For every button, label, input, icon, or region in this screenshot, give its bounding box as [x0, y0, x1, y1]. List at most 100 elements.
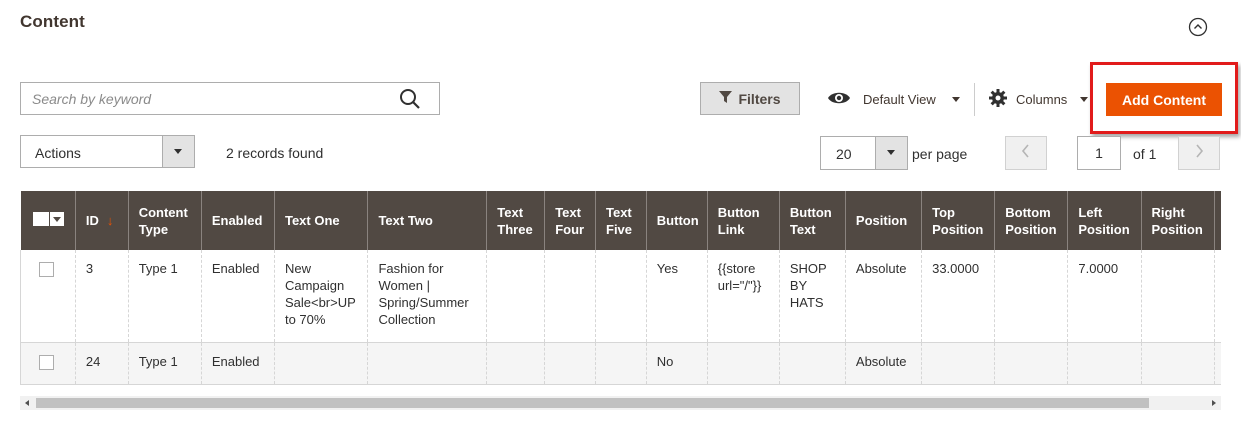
column-header[interactable]: Button Text: [778, 191, 846, 250]
table-row[interactable]: 24 Type 1 Enabled No Absolute S: [20, 342, 1221, 385]
per-page-select[interactable]: 20: [820, 136, 908, 170]
next-page-button[interactable]: [1178, 136, 1220, 170]
table-cell: Absolute: [844, 342, 922, 385]
column-header[interactable]: Right Position: [1140, 191, 1215, 250]
chevron-up-circle-icon[interactable]: [1188, 17, 1208, 37]
columns-label: Columns: [1016, 91, 1068, 107]
page-number-field: [1077, 136, 1121, 170]
table-cell: [544, 342, 596, 385]
table-cell: 7.0000: [1067, 250, 1142, 343]
table-cell: Type 1: [127, 342, 202, 385]
chevron-down-icon: [1080, 96, 1089, 102]
table-cell: [486, 342, 545, 385]
table-cell: [595, 250, 647, 343]
previous-page-button[interactable]: [1005, 136, 1047, 170]
table-cell: No: [645, 342, 708, 385]
table-cell: Yes: [645, 250, 708, 343]
column-header[interactable]: Text Three: [486, 191, 545, 250]
data-grid: ID ↓ Content Type Enabled Text One Text T…: [20, 191, 1221, 385]
horizontal-scrollbar[interactable]: [20, 396, 1221, 410]
toolbar-divider: [974, 83, 975, 116]
table-cell: [778, 342, 846, 385]
table-cell: Fashion for Women | Spring/Summer Collec…: [367, 250, 487, 343]
action-link[interactable]: S: [1213, 342, 1221, 385]
column-header[interactable]: Text One: [273, 191, 368, 250]
chevron-down-icon: [951, 96, 960, 102]
eye-icon: [827, 90, 851, 109]
column-header[interactable]: Enabled: [200, 191, 275, 250]
per-page-label: per page: [912, 146, 968, 162]
records-count: 2 records found: [226, 145, 324, 161]
column-header[interactable]: Left Position: [1067, 191, 1142, 250]
columns-control[interactable]: Columns: [989, 86, 1089, 112]
table-cell: 24: [74, 342, 129, 385]
scroll-right-icon[interactable]: [1212, 400, 1216, 406]
column-header[interactable]: Text Five: [595, 191, 647, 250]
table-cell: [367, 342, 487, 385]
table-cell: [921, 342, 995, 385]
filters-button[interactable]: Filters: [700, 82, 800, 115]
row-select-cell: [20, 342, 76, 385]
per-page-value: 20: [836, 146, 852, 162]
chevron-down-icon: [162, 136, 194, 167]
search-input[interactable]: [21, 83, 391, 114]
table-cell: 3: [74, 250, 129, 343]
view-switcher[interactable]: Default View: [827, 86, 960, 112]
mass-select-header[interactable]: [20, 191, 76, 250]
view-label: Default View: [863, 91, 936, 107]
mass-select-checkbox[interactable]: [32, 211, 64, 226]
add-content-button[interactable]: Add Content: [1106, 83, 1222, 116]
table-row[interactable]: 3 Type 1 Enabled New Campaign Sale<br>UP…: [20, 250, 1221, 343]
table-cell: SHOP BY HATS: [778, 250, 846, 343]
table-cell: [994, 342, 1068, 385]
data-table: ID ↓ Content Type Enabled Text One Text T…: [20, 191, 1221, 385]
funnel-icon: [719, 90, 733, 107]
scroll-left-icon[interactable]: [25, 400, 29, 406]
chevron-down-icon: [49, 211, 64, 226]
column-header[interactable]: Ac: [1213, 191, 1221, 250]
row-select-cell: [20, 250, 76, 343]
chevron-left-icon: [1021, 143, 1031, 163]
table-cell: Enabled: [200, 342, 275, 385]
scrollbar-thumb[interactable]: [36, 398, 1149, 408]
table-cell: Absolute: [844, 250, 922, 343]
table-cell: [1140, 342, 1215, 385]
search-field: [20, 82, 440, 115]
action-link[interactable]: S: [1213, 250, 1221, 343]
table-cell: [486, 250, 545, 343]
table-cell: New Campaign Sale<br>UP to 70%: [273, 250, 368, 343]
table-cell: [1067, 342, 1142, 385]
search-icon[interactable]: [399, 88, 421, 110]
row-checkbox[interactable]: [39, 262, 54, 277]
table-cell: Enabled: [200, 250, 275, 343]
chevron-right-icon: [1194, 143, 1204, 163]
actions-label: Actions: [35, 145, 81, 161]
arrow-down-icon: ↓: [106, 213, 114, 228]
filters-label: Filters: [738, 90, 781, 107]
table-cell: {{store url="/"}}: [706, 250, 780, 343]
column-header[interactable]: Bottom Position: [994, 191, 1068, 250]
table-cell: [544, 250, 596, 343]
table-header-row: ID ↓ Content Type Enabled Text One Text T…: [20, 191, 1221, 250]
table-cell: Type 1: [127, 250, 202, 343]
column-header[interactable]: Text Two: [367, 191, 487, 250]
gear-icon: [989, 88, 1007, 110]
column-header[interactable]: Text Four: [544, 191, 596, 250]
column-header[interactable]: ID ↓: [74, 191, 129, 250]
section-title: Content: [20, 12, 85, 31]
actions-dropdown[interactable]: Actions: [20, 135, 195, 168]
table-cell: [706, 342, 780, 385]
page-total: of 1: [1133, 146, 1157, 162]
column-header[interactable]: Content Type: [127, 191, 202, 250]
chevron-down-icon: [875, 137, 907, 169]
column-header[interactable]: Button: [645, 191, 708, 250]
table-cell: [994, 250, 1068, 343]
page-number-input[interactable]: [1078, 137, 1120, 169]
column-header[interactable]: Top Position: [921, 191, 995, 250]
table-cell: [1140, 250, 1215, 343]
column-header[interactable]: Button Link: [706, 191, 780, 250]
row-checkbox[interactable]: [39, 354, 54, 370]
table-cell: 33.0000: [921, 250, 995, 343]
column-header[interactable]: Position: [844, 191, 922, 250]
table-cell: [273, 342, 368, 385]
